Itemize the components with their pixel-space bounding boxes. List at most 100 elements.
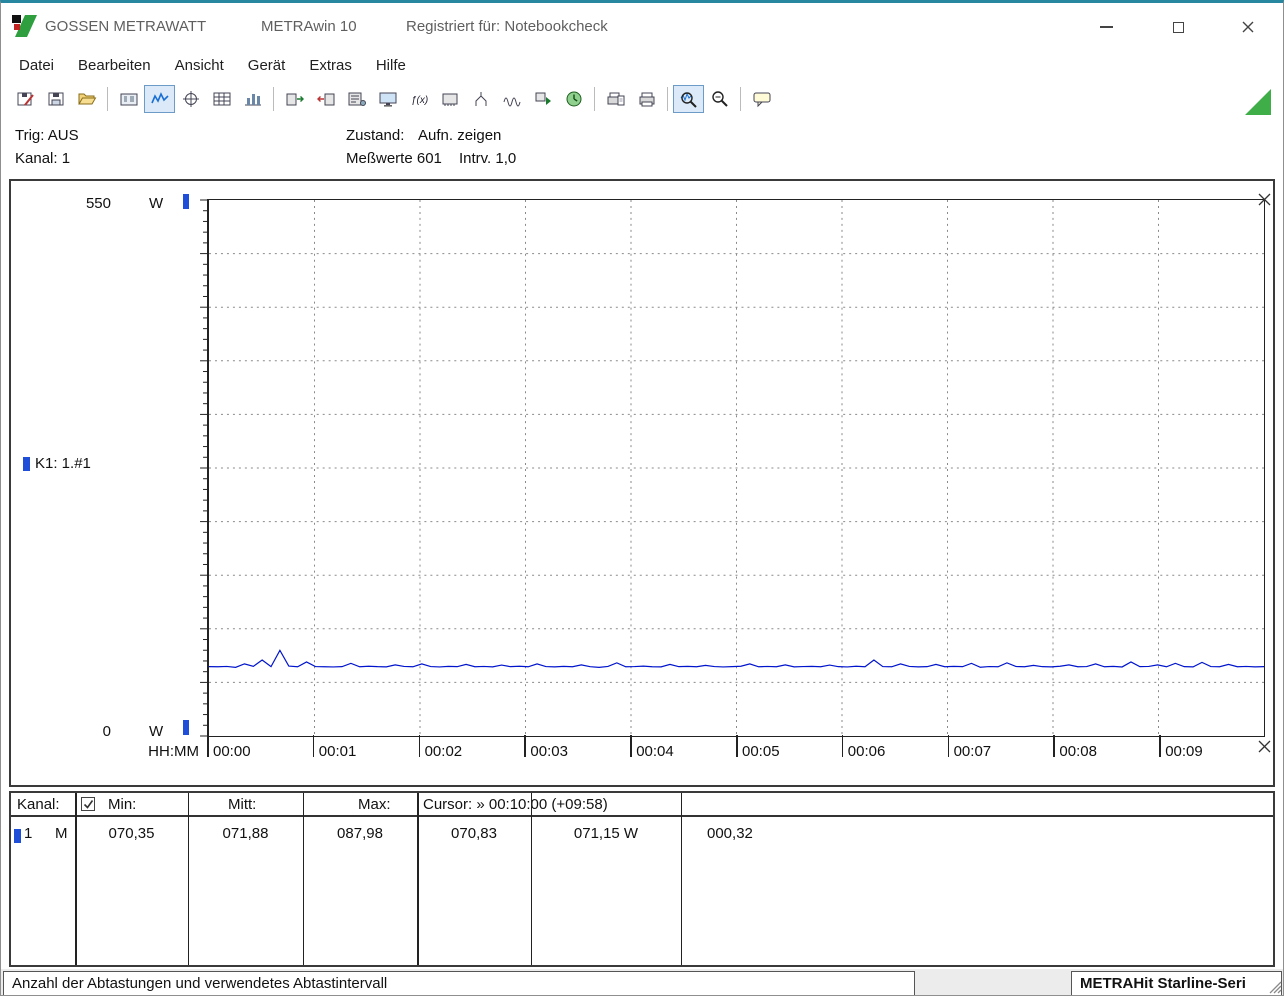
device-write-icon: [316, 93, 334, 106]
view-table-button[interactable]: [206, 85, 237, 113]
maximize-button[interactable]: [1158, 12, 1198, 42]
open-button[interactable]: [71, 85, 102, 113]
row-cursor-left: 070,83: [451, 825, 497, 842]
device-write-button[interactable]: [310, 85, 341, 113]
menu-extras[interactable]: Extras: [297, 54, 364, 77]
save-report-button[interactable]: [9, 85, 40, 113]
tick-mark: [947, 735, 950, 757]
data-transfer-icon: [535, 92, 551, 105]
view-trend-button[interactable]: [144, 85, 175, 113]
header-min: Min:: [108, 796, 137, 813]
resize-grip[interactable]: [1269, 981, 1282, 994]
menu-hilfe[interactable]: Hilfe: [364, 54, 418, 77]
row-flag: M: [55, 825, 68, 842]
toolbar-separator: [667, 87, 668, 111]
minimize-button[interactable]: [1086, 12, 1126, 42]
tick-mark: [207, 735, 209, 757]
channel-select-button[interactable]: [465, 85, 496, 113]
crosshair-icon: [182, 91, 199, 107]
maximize-icon: [1172, 21, 1184, 33]
y-max-handle[interactable]: [183, 194, 189, 209]
tick-mark: [418, 735, 421, 757]
zoom-out-button[interactable]: [704, 85, 735, 113]
plot-area[interactable]: [200, 193, 1271, 753]
column-separator: [417, 793, 419, 965]
close-button[interactable]: [1228, 12, 1268, 42]
row-min: 070,35: [108, 825, 155, 842]
view-numeric-button[interactable]: [113, 85, 144, 113]
gossen-metrawatt-logo-icon: [12, 15, 37, 37]
toolbar: ƒ(x): [1, 79, 1283, 119]
device-settings-button[interactable]: [341, 85, 372, 113]
table-header-row: Kanal: Min: Mitt: Max: Cursor: » 00:10:0…: [11, 793, 1273, 817]
header-kanal: Kanal:: [17, 796, 60, 813]
intervall-status: Intrv. 1,0: [459, 150, 517, 167]
column-separator: [188, 793, 189, 965]
trend-chart-icon: [150, 92, 169, 104]
save-report-icon: [17, 92, 34, 106]
table-grid-icon: [213, 92, 230, 106]
menubar: Datei Bearbeiten Ansicht Gerät Extras Hi…: [1, 51, 1283, 79]
trend-plot: [200, 199, 1265, 737]
device-read-button[interactable]: [279, 85, 310, 113]
column-separator: [75, 793, 77, 965]
view-xy-button[interactable]: [175, 85, 206, 113]
svg-text:ƒ(x): ƒ(x): [411, 95, 428, 106]
zustand-value: Aufn. zeigen: [418, 127, 502, 144]
close-icon: [1242, 21, 1254, 33]
monitor-icon: [379, 92, 396, 107]
device-read-icon: [286, 93, 304, 106]
cursor-handle-top[interactable]: [1258, 193, 1271, 206]
timer-clock-icon: [566, 91, 581, 107]
waveform-icon: [503, 97, 520, 107]
memory-chip-icon: [442, 93, 457, 106]
histogram-icon: [244, 94, 261, 106]
function-button[interactable]: ƒ(x): [403, 85, 434, 113]
hint-button[interactable]: [746, 85, 777, 113]
check-icon: [83, 799, 93, 809]
header-max: Max:: [358, 796, 391, 813]
print-button[interactable]: [631, 85, 662, 113]
online-display-button[interactable]: [372, 85, 403, 113]
statusbar-device: METRAHit Starline-Seri: [1071, 971, 1282, 995]
minimize-icon: [1099, 26, 1113, 28]
toolbar-separator: [740, 87, 741, 111]
channel-checkbox[interactable]: [81, 797, 95, 811]
menu-ansicht[interactable]: Ansicht: [163, 54, 236, 77]
view-statistics-button[interactable]: [237, 85, 268, 113]
open-folder-icon: [77, 93, 96, 105]
menu-geraet[interactable]: Gerät: [236, 54, 298, 77]
column-separator: [303, 793, 304, 965]
x-axis-format-label: HH:MM: [148, 743, 199, 760]
data-transfer-button[interactable]: [527, 85, 558, 113]
y-min-handle[interactable]: [183, 720, 189, 735]
titlebar: GOSSEN METRAWATT METRAwin 10 Registriert…: [1, 3, 1283, 51]
trigger-status: Trig: AUS: [15, 127, 79, 144]
timer-button[interactable]: [558, 85, 589, 113]
device-memory-button[interactable]: [434, 85, 465, 113]
menu-datei[interactable]: Datei: [7, 54, 66, 77]
tick-mark: [1159, 735, 1161, 757]
print-preview-button[interactable]: [600, 85, 631, 113]
y-axis-min-label: 0: [102, 723, 111, 740]
statusbar-message: Anzahl der Abtastungen und verwendetes A…: [3, 971, 915, 995]
brand-title: GOSSEN METRAWATT: [45, 18, 207, 35]
tick-mark: [736, 735, 738, 757]
column-separator: [681, 793, 682, 965]
printer-icon: [639, 92, 654, 107]
header-cursor: Cursor: » 00:10:00 (+09:58): [423, 796, 608, 813]
connection-triangle-icon: [1245, 89, 1271, 115]
x-axis: HH:MM 00:00 00:01 00:02 00:03 00:04 00:0…: [148, 735, 1265, 771]
statusbar: Anzahl der Abtastungen und verwendetes A…: [1, 969, 1283, 995]
envelope-button[interactable]: [496, 85, 527, 113]
tick-mark: [841, 735, 844, 757]
save-button[interactable]: [40, 85, 71, 113]
app-title: METRAwin 10: [261, 18, 357, 35]
row-cursor-right: 071,15 W: [573, 825, 639, 842]
menu-bearbeiten[interactable]: Bearbeiten: [66, 54, 163, 77]
zoom-button[interactable]: [673, 85, 704, 113]
row-channel: 1: [24, 825, 33, 842]
registered-label: Registriert für: Notebookcheck: [406, 18, 608, 35]
channel-color-marker: [23, 457, 30, 471]
numeric-display-icon: [120, 93, 137, 106]
